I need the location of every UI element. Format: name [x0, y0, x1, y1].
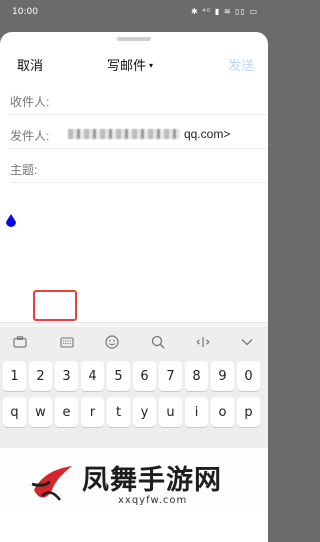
keyboard-icon[interactable]	[57, 332, 77, 352]
subject-label: 主题:	[10, 163, 38, 177]
keyboard-toolbar	[0, 327, 268, 357]
key-4[interactable]: 4	[81, 361, 104, 391]
key-5[interactable]: 5	[107, 361, 130, 391]
status-icons: ✱ ⁴ᴳ ▮ ≋ ▯▯ ▭	[191, 7, 258, 16]
collapse-keyboard-icon[interactable]	[237, 332, 257, 352]
search-icon[interactable]	[148, 332, 168, 352]
cancel-button[interactable]: 取消	[17, 55, 43, 74]
send-button[interactable]: 发送	[228, 55, 254, 74]
key-q[interactable]: q	[3, 397, 26, 427]
key-0[interactable]: 0	[237, 361, 260, 391]
key-7[interactable]: 7	[159, 361, 182, 391]
key-w[interactable]: w	[29, 397, 52, 427]
watermark-text: 凤舞手游网	[82, 465, 222, 496]
clipboard-icon[interactable]	[10, 332, 30, 352]
key-9[interactable]: 9	[211, 361, 234, 391]
page-title-text: 写邮件	[107, 58, 147, 73]
emoji-icon[interactable]	[102, 332, 122, 352]
cursor-move-icon[interactable]	[193, 332, 213, 352]
page-title[interactable]: 写邮件 ▾	[107, 55, 153, 74]
key-o[interactable]: o	[211, 397, 234, 427]
chevron-down-icon: ▾	[149, 61, 154, 70]
recipient-label: 收件人:	[10, 95, 50, 109]
key-i[interactable]: i	[185, 397, 208, 427]
sender-domain: qq.com>	[184, 127, 231, 141]
sender-value: qq.com>	[68, 127, 230, 141]
watermark-logo	[31, 466, 72, 501]
status-bar: 10:00 ✱ ⁴ᴳ ▮ ≋ ▯▯ ▭	[0, 0, 268, 24]
link-button-highlight	[33, 290, 77, 321]
key-r[interactable]: r	[81, 397, 104, 427]
subject-field[interactable]: 主题:	[10, 152, 268, 183]
key-p[interactable]: p	[237, 397, 260, 427]
key-e[interactable]: e	[55, 397, 78, 427]
key-y[interactable]: y	[133, 397, 156, 427]
recipient-field[interactable]: 收件人:	[10, 84, 268, 115]
drag-handle[interactable]	[117, 37, 151, 41]
key-2[interactable]: 2	[29, 361, 52, 391]
text-cursor-handle[interactable]	[5, 214, 17, 229]
key-8[interactable]: 8	[185, 361, 208, 391]
watermark: 凤舞手游网 xxqyfw.com	[0, 448, 268, 542]
key-u[interactable]: u	[159, 397, 182, 427]
key-3[interactable]: 3	[55, 361, 78, 391]
watermark-url: xxqyfw.com	[118, 495, 188, 506]
blurred-address	[68, 129, 180, 139]
status-time: 10:00	[12, 7, 38, 17]
key-1[interactable]: 1	[3, 361, 26, 391]
key-6[interactable]: 6	[133, 361, 156, 391]
compose-header: 取消 写邮件 ▾ 发送	[0, 48, 268, 80]
key-t[interactable]: t	[107, 397, 130, 427]
sender-field[interactable]: 发件人: qq.com>	[10, 118, 268, 149]
sender-label: 发件人:	[10, 129, 50, 143]
